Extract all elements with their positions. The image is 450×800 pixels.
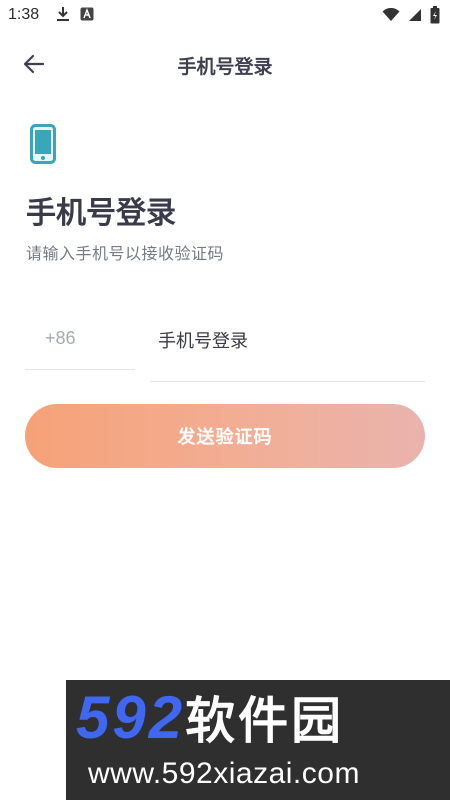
country-code-label: +86: [45, 328, 76, 348]
signal-icon: [408, 8, 422, 26]
page-title: 手机号登录: [177, 56, 273, 78]
subtitle: 请输入手机号以接收验证码: [26, 244, 225, 263]
phone-number-field[interactable]: [150, 318, 425, 382]
toolbar: 手机号登录: [0, 44, 450, 88]
watermark-url: www.592xiazai.com: [88, 757, 360, 790]
app-notification-icon: [80, 7, 94, 25]
status-time: 1:38: [8, 6, 40, 23]
country-code-selector[interactable]: +86: [25, 318, 135, 370]
watermark-logo: 592软件园: [76, 688, 344, 751]
phone-number-input[interactable]: [156, 326, 420, 356]
system-icons: [382, 6, 440, 28]
watermark-chinese: 软件园: [185, 693, 345, 749]
smartphone-icon: [30, 124, 56, 164]
status-bar: 1:38: [0, 0, 450, 32]
notification-icons: [56, 6, 94, 26]
battery-icon: [430, 6, 440, 28]
wifi-icon: [382, 7, 400, 26]
watermark-number: 592: [76, 684, 186, 751]
send-code-button[interactable]: 发送验证码: [25, 404, 425, 468]
download-icon: [56, 6, 70, 26]
watermark-banner: 592软件园 www.592xiazai.com: [66, 680, 450, 800]
headline: 手机号登录: [26, 196, 176, 231]
